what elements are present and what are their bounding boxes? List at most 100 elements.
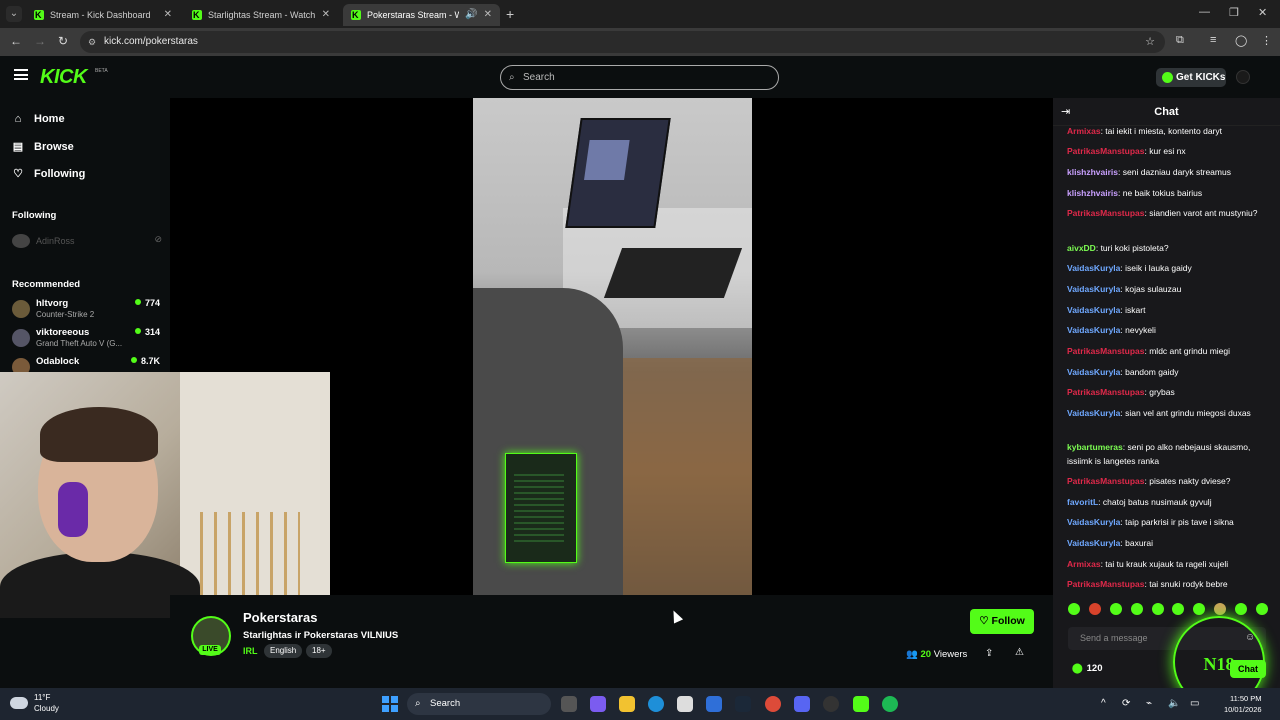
tab-close-icon[interactable]: ✕	[164, 4, 172, 26]
viewers-icon: 👥	[906, 649, 921, 660]
emote-icon[interactable]	[1235, 603, 1247, 615]
video-scene-laptop	[565, 118, 671, 228]
video-scene-keyboard	[603, 248, 743, 298]
url-field[interactable]: ⚙ kick.com/pokerstaras ☆	[80, 31, 1165, 53]
live-badge: LIVE	[199, 645, 221, 655]
video-scene-phone-overlay	[505, 453, 577, 563]
heart-icon: ♡	[979, 615, 992, 627]
search-input[interactable]: ⌕ Search	[500, 65, 779, 90]
battery-icon[interactable]: ▭	[1190, 698, 1199, 709]
avatar	[12, 300, 30, 318]
close-window-button[interactable]: ✕	[1258, 6, 1267, 19]
chat-message: VaidasKuryla: iskart	[1067, 305, 1146, 315]
channel-name[interactable]: Pokerstaras	[243, 610, 317, 625]
forward-button[interactable]: →	[34, 34, 46, 48]
back-button[interactable]: ←	[10, 34, 22, 48]
search-icon: ⌕	[415, 698, 421, 709]
site-info-icon[interactable]: ⚙	[88, 31, 96, 53]
spotify-icon[interactable]	[882, 696, 898, 712]
emote-icon[interactable]	[1109, 603, 1122, 615]
copilot-icon[interactable]	[590, 696, 606, 712]
new-tab-button[interactable]: +	[506, 6, 514, 22]
emote-icon[interactable]	[1151, 603, 1164, 615]
kick-favicon-icon	[34, 4, 44, 26]
reload-button[interactable]: ↻	[58, 34, 68, 48]
weather-widget[interactable]: 11°F Cloudy	[10, 693, 80, 715]
browser-tab-starlightas[interactable]: Starlightas Stream - Watch Live ✕	[184, 4, 338, 26]
emote-icon[interactable]	[1172, 603, 1185, 615]
chat-message: Armixas: tai iekit i miesta, kontento da…	[1067, 126, 1222, 136]
chat-message: Armixas: tai tu krauk xujauk ta rageli x…	[1067, 559, 1229, 569]
emote-icon[interactable]	[1255, 603, 1268, 615]
taskbar-search[interactable]: ⌕ Search	[407, 693, 551, 715]
recommended-channel-viktoreeous[interactable]: viktoreeous Grand Theft Auto V (G... 314	[12, 327, 160, 353]
tab-close-icon[interactable]: ✕	[322, 4, 330, 26]
profile-icon[interactable]: ◯	[1235, 34, 1247, 47]
chat-title: Chat	[1154, 106, 1179, 118]
webcam-overlay	[0, 372, 330, 618]
follow-button[interactable]: ♡ Follow	[970, 609, 1034, 634]
file-explorer-icon[interactable]	[619, 696, 635, 712]
kick-logo[interactable]: KICK	[40, 66, 87, 89]
send-chat-button[interactable]: Chat	[1230, 660, 1266, 678]
tab-close-icon[interactable]: ✕	[484, 4, 492, 26]
maximize-button[interactable]: ❐	[1229, 6, 1239, 19]
chat-message: favoritL: chatoj batus nusimauk gyvulj	[1067, 497, 1212, 507]
points-icon: ⬤	[1072, 663, 1083, 674]
viewer-count-display: 👥 20 Viewers	[906, 649, 968, 660]
discord-icon[interactable]	[794, 696, 810, 712]
share-icon[interactable]: ⇪	[985, 648, 993, 659]
get-kicks-button[interactable]: Get KICKs	[1156, 68, 1226, 87]
tray-app-icon[interactable]: ⟳	[1122, 698, 1130, 709]
sidebar-item-following[interactable]: ♡ Following	[12, 167, 85, 181]
network-icon[interactable]: ⌁	[1146, 698, 1152, 709]
kick-app-icon[interactable]	[853, 696, 869, 712]
task-view-icon[interactable]	[561, 696, 577, 712]
store-icon[interactable]	[677, 696, 693, 712]
volume-icon[interactable]: 🔈	[1168, 698, 1180, 709]
report-icon[interactable]: ⚠	[1015, 647, 1024, 658]
chat-message: kybartumeras: seni po alko nebejausi ska…	[1067, 442, 1251, 466]
following-channel-adinross[interactable]: AdinRoss ⊘	[12, 234, 162, 248]
following-heading: Following	[12, 210, 57, 221]
stream-video[interactable]	[473, 98, 752, 595]
emote-icon[interactable]	[1193, 603, 1206, 615]
browser-tab-bar: ⌄ Stream - Kick Dashboard ✕ Starlightas …	[0, 0, 1280, 28]
audio-icon[interactable]: 🔊	[465, 4, 477, 26]
tag-18plus[interactable]: 18+	[306, 644, 332, 658]
emote-icon[interactable]	[1068, 603, 1080, 615]
windows-start-icon[interactable]	[382, 696, 398, 712]
offline-icon: ⊘	[154, 234, 162, 244]
browser-menu-icon[interactable]: ⋮	[1261, 34, 1272, 47]
chat-message: PatrikasManstupas: grybas	[1067, 387, 1175, 397]
recommended-channel-hltvorg[interactable]: hltvorg Counter-Strike 2 774	[12, 298, 160, 324]
channel-points[interactable]: ⬤ 120	[1072, 663, 1103, 674]
media-controls-icon[interactable]: ≡	[1210, 34, 1216, 46]
chat-message: PatrikasManstupas: kur esi nx	[1067, 146, 1186, 156]
chrome-icon[interactable]	[765, 696, 781, 712]
emote-icon[interactable]	[1130, 603, 1143, 615]
edge-icon[interactable]	[648, 696, 664, 712]
bookmark-star-icon[interactable]: ☆	[1145, 31, 1155, 53]
kicks-coin-icon	[1162, 72, 1173, 83]
tray-expand-icon[interactable]: ^	[1101, 698, 1106, 709]
menu-toggle-icon[interactable]	[14, 69, 28, 80]
emote-icon[interactable]	[1214, 603, 1227, 615]
tab-search-icon[interactable]: ⌄	[6, 6, 22, 22]
sidebar-item-home[interactable]: ⌂ Home	[12, 113, 65, 125]
emote-icon[interactable]	[1088, 603, 1101, 615]
user-avatar[interactable]	[1236, 70, 1250, 84]
minimize-button[interactable]: —	[1199, 6, 1210, 18]
browser-tab-dashboard[interactable]: Stream - Kick Dashboard ✕	[26, 4, 180, 26]
sidebar-item-browse[interactable]: ▤ Browse	[12, 140, 74, 154]
browser-tab-pokerstaras[interactable]: Pokerstaras Stream - Watch 🔊 ✕	[343, 4, 500, 26]
extensions-icon[interactable]: ⧉	[1176, 34, 1184, 47]
obs-icon[interactable]	[823, 696, 839, 712]
kick-favicon-icon	[192, 4, 202, 26]
tag-english[interactable]: English	[264, 644, 303, 658]
steam-icon[interactable]	[735, 696, 751, 712]
stream-category[interactable]: IRL	[243, 646, 258, 656]
mail-icon[interactable]	[706, 696, 722, 712]
taskbar-clock[interactable]: 11:50 PM 10/01/2026	[1224, 693, 1262, 715]
search-icon: ⌕	[509, 72, 515, 83]
